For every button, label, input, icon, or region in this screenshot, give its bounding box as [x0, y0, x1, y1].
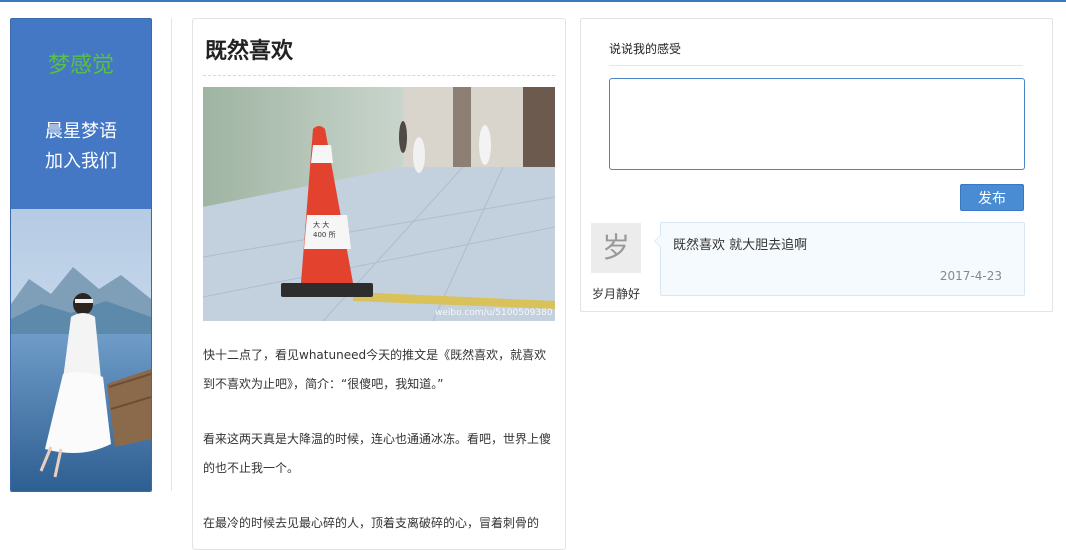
comment-username[interactable]: 岁月静好: [591, 285, 641, 302]
comment-text: 既然喜欢 就大胆去追啊: [673, 238, 808, 253]
sidebar-item-morning-dream[interactable]: 晨星梦语: [11, 117, 151, 143]
sidebar-item-join-us[interactable]: 加入我们: [11, 147, 151, 173]
sidebar-photo: [11, 209, 151, 491]
comment-date: 2017-4-23: [939, 269, 1002, 283]
avatar[interactable]: 岁: [591, 223, 641, 273]
sidebar: 梦感觉 晨星梦语 加入我们: [10, 18, 152, 492]
site-brand[interactable]: 梦感觉: [11, 47, 151, 79]
article-paragraph: 快十二点了，看见whatuneed今天的推文是《既然喜欢，就喜欢到不喜欢为止吧》…: [203, 348, 547, 391]
comments-heading: 说说我的感受: [609, 42, 682, 56]
title-divider: [203, 75, 555, 76]
article-title: 既然喜欢: [205, 38, 294, 64]
comment-input[interactable]: [609, 78, 1025, 170]
top-accent-line: [0, 0, 1066, 2]
article-paragraph: 看来这两天真是大降温的时候，连心也通通冰冻。看吧，世界上傻的也不止我一个。: [203, 432, 552, 475]
article-paragraph: 在最冷的时候去见最心碎的人，顶着支离破碎的心，冒着刺骨的: [203, 516, 540, 530]
image-watermark: weibo.com/u/5100509380: [435, 308, 553, 318]
comment-bubble: 既然喜欢 就大胆去追啊 2017-4-23: [654, 222, 1025, 296]
article-card: 既然喜欢 大 大 400 所 weibo.com/u/5100509380 快十…: [192, 18, 566, 550]
post-button[interactable]: 发布: [960, 184, 1024, 211]
article-hero-image: 大 大 400 所 weibo.com/u/5100509380: [203, 87, 555, 321]
column-divider: [171, 18, 172, 491]
comments-divider: [609, 65, 1023, 66]
svg-text:大 大: 大 大: [313, 220, 329, 229]
comments-panel: 说说我的感受 发布 岁 岁月静好 既然喜欢 就大胆去追啊 2017-4-23: [580, 18, 1053, 312]
svg-text:400 所: 400 所: [313, 230, 336, 239]
